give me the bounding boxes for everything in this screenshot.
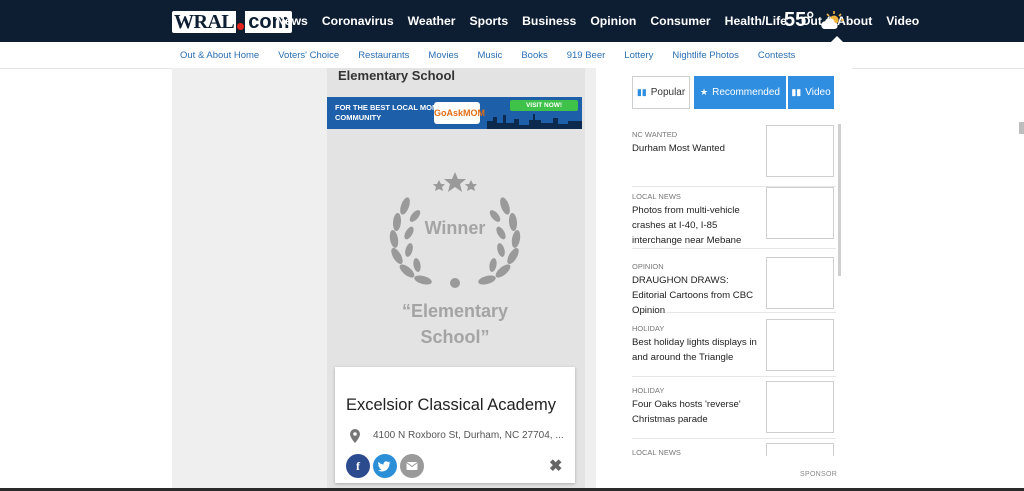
nav-item-sports[interactable]: Sports bbox=[470, 14, 509, 28]
ad-banner[interactable]: FOR THE BEST LOCAL MOM COMMUNITY GoAskMO… bbox=[327, 97, 582, 129]
ad-tagline: FOR THE BEST LOCAL MOM COMMUNITY bbox=[335, 103, 439, 122]
story-item[interactable]: HOLIDAY Best holiday lights displays in … bbox=[632, 319, 836, 377]
story-thumbnail[interactable] bbox=[766, 125, 834, 177]
story-category: HOLIDAY bbox=[632, 324, 665, 333]
story-title[interactable]: Photos from multi-vehicle crashes at I-4… bbox=[632, 203, 760, 248]
logo-dot bbox=[237, 22, 245, 30]
subnav-movies[interactable]: Movies bbox=[428, 50, 458, 61]
story-title[interactable]: DRAUGHON DRAWS: Editorial Cartoons from … bbox=[632, 273, 760, 318]
story-thumbnail[interactable] bbox=[766, 187, 834, 239]
subnav-nightlife-photos[interactable]: Nightlife Photos bbox=[672, 50, 739, 61]
top-nav-bar: WRAL com News Coronavirus Weather Sports… bbox=[0, 0, 1024, 42]
twitter-share-button[interactable] bbox=[373, 454, 397, 478]
sub-nav-bar: Out & About Home Voters' Choice Restaura… bbox=[0, 42, 1024, 69]
wral-logo[interactable]: WRAL com bbox=[172, 11, 293, 33]
story-item[interactable]: LOCAL NEWS Photos from multi-vehicle cra… bbox=[632, 187, 836, 249]
facebook-share-button[interactable]: f bbox=[346, 454, 370, 478]
nav-item-business[interactable]: Business bbox=[522, 14, 576, 28]
partly-cloudy-icon[interactable] bbox=[819, 10, 845, 32]
winner-label: Winner bbox=[424, 218, 486, 238]
story-category: HOLIDAY bbox=[632, 386, 665, 395]
ad-brand-logo: GoAskMOM bbox=[434, 102, 485, 124]
story-item[interactable]: LOCAL NEWS bbox=[632, 443, 836, 457]
logo-wordmark: WRAL bbox=[172, 11, 237, 33]
story-thumbnail[interactable] bbox=[766, 319, 834, 371]
story-item[interactable]: OPINION DRAUGHON DRAWS: Editorial Cartoo… bbox=[632, 257, 836, 316]
story-title[interactable]: Durham Most Wanted bbox=[632, 141, 760, 156]
bar-chart-icon: ▮▮ bbox=[791, 87, 802, 97]
nav-item-coronavirus[interactable]: Coronavirus bbox=[322, 14, 394, 28]
tab-recommended[interactable]: ★ Recommended bbox=[694, 76, 786, 109]
map-pin-icon bbox=[350, 429, 360, 443]
tab-video-label: Video bbox=[805, 87, 831, 98]
business-name[interactable]: Excelsior Classical Academy bbox=[346, 396, 556, 415]
subnav-restaurants[interactable]: Restaurants bbox=[358, 50, 409, 61]
email-share-button[interactable] bbox=[400, 454, 424, 478]
story-item[interactable]: NC WANTED Durham Most Wanted bbox=[632, 125, 836, 187]
story-category: LOCAL NEWS bbox=[632, 192, 681, 201]
story-thumbnail[interactable] bbox=[766, 443, 834, 456]
twitter-bird-icon bbox=[377, 461, 391, 472]
subnav-books[interactable]: Books bbox=[521, 50, 547, 61]
star-icon: ★ bbox=[700, 87, 709, 97]
section-title: Elementary School bbox=[338, 68, 456, 83]
subnav-contests[interactable]: Contests bbox=[758, 50, 796, 61]
story-title[interactable]: Best holiday lights displays in and arou… bbox=[632, 335, 760, 365]
sidebar-scrollbar[interactable] bbox=[838, 124, 841, 276]
business-address[interactable]: 4100 N Roxboro St, Durham, NC 27704, ... bbox=[373, 430, 564, 441]
sponsor-label: SPONSOR bbox=[800, 471, 838, 478]
winner-card: Excelsior Classical Academy 4100 N Roxbo… bbox=[335, 367, 575, 483]
nav-item-news[interactable]: News bbox=[276, 14, 308, 28]
tab-popular-label: Popular bbox=[650, 87, 686, 98]
subnav-voters-choice[interactable]: Voters' Choice bbox=[278, 50, 339, 61]
subnav-919-beer[interactable]: 919 Beer bbox=[567, 50, 606, 61]
subnav-out-about-home[interactable]: Out & About Home bbox=[180, 50, 259, 61]
tab-video[interactable]: ▮▮ Video bbox=[788, 76, 834, 109]
tab-recommended-label: Recommended bbox=[712, 87, 780, 98]
nav-item-weather[interactable]: Weather bbox=[408, 14, 456, 28]
story-thumbnail[interactable] bbox=[766, 381, 834, 433]
window-scrollbar-thumb[interactable] bbox=[1019, 122, 1024, 134]
nav-item-consumer[interactable]: Consumer bbox=[650, 14, 710, 28]
bar-chart-icon: ▮▮ bbox=[636, 87, 647, 97]
tab-popular[interactable]: ▮▮ Popular bbox=[632, 76, 690, 109]
story-category: OPINION bbox=[632, 262, 664, 271]
nav-item-health-life[interactable]: Health/Life bbox=[725, 14, 787, 28]
ad-visit-button[interactable]: VISIT NOW! bbox=[510, 100, 578, 111]
close-button[interactable]: ✖ bbox=[549, 456, 562, 476]
skyline-graphic bbox=[487, 114, 582, 129]
story-item[interactable]: HOLIDAY Four Oaks hosts 'reverse' Christ… bbox=[632, 381, 836, 439]
temperature[interactable]: 55° bbox=[784, 9, 814, 32]
nav-item-video[interactable]: Video bbox=[886, 14, 919, 28]
subnav-lottery[interactable]: Lottery bbox=[624, 50, 653, 61]
nav-item-opinion[interactable]: Opinion bbox=[590, 14, 636, 28]
story-category: NC WANTED bbox=[632, 130, 678, 139]
subnav-music[interactable]: Music bbox=[478, 50, 503, 61]
story-title[interactable]: Four Oaks hosts 'reverse' Christmas para… bbox=[632, 397, 760, 427]
award-category: “Elementary School” bbox=[401, 301, 509, 347]
envelope-icon bbox=[406, 462, 418, 470]
story-thumbnail[interactable] bbox=[766, 257, 834, 309]
